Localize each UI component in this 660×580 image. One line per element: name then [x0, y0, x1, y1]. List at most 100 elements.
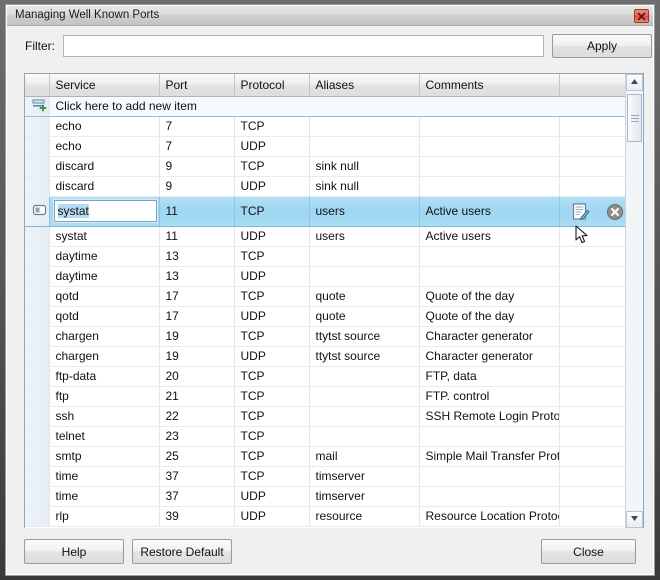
cell-aliases[interactable]: quote — [309, 286, 420, 307]
cell-service[interactable]: chargen — [49, 326, 160, 347]
help-button[interactable]: Help — [24, 539, 124, 564]
cell-row-actions[interactable] — [559, 286, 627, 307]
table-row[interactable]: time 37 UDP timserver — [25, 486, 627, 507]
window-close-button[interactable] — [634, 9, 649, 23]
cell-row-actions[interactable] — [559, 116, 627, 137]
cell-protocol[interactable]: TCP — [234, 116, 310, 137]
cell-protocol[interactable]: TCP — [234, 406, 310, 427]
cell-protocol[interactable]: TCP — [234, 326, 310, 347]
cell-protocol[interactable]: UDP — [234, 226, 310, 247]
cell-protocol[interactable]: UDP — [234, 486, 310, 507]
table-row[interactable]: ftp-data 20 TCP FTP, data — [25, 366, 627, 387]
cell-service[interactable]: smtp — [49, 446, 160, 467]
close-dialog-button[interactable]: Close — [541, 539, 636, 564]
cell-protocol[interactable]: UDP — [234, 346, 310, 367]
table-row[interactable]: qotd 17 TCP quote Quote of the day — [25, 286, 627, 307]
cell-row-actions[interactable] — [559, 326, 627, 347]
cell-row-actions[interactable] — [559, 156, 627, 177]
column-header-comments[interactable]: Comments — [419, 74, 560, 97]
column-header-service[interactable]: Service — [49, 74, 160, 97]
scroll-up-button[interactable] — [626, 74, 643, 91]
cell-aliases[interactable] — [309, 406, 420, 427]
table-row[interactable]: discard 9 TCP sink null — [25, 156, 627, 177]
cell-aliases[interactable]: mail — [309, 446, 420, 467]
table-row[interactable]: time 37 TCP timserver — [25, 466, 627, 487]
cell-port[interactable]: 25 — [159, 446, 235, 467]
cell-comments[interactable]: Character generator — [419, 326, 560, 347]
gutter-cell[interactable] — [25, 466, 50, 487]
cell-aliases[interactable] — [309, 426, 420, 447]
cell-service[interactable]: ftp-data — [49, 366, 160, 387]
cell-port[interactable]: 19 — [159, 326, 235, 347]
restore-default-button[interactable]: Restore Default — [132, 539, 232, 564]
cell-comments[interactable] — [419, 266, 560, 287]
cell-service[interactable]: echo — [49, 116, 160, 137]
cell-row-actions[interactable] — [559, 136, 627, 157]
cell-comments[interactable]: SSH Remote Login Protocol — [419, 406, 560, 427]
table-row[interactable]: echo 7 TCP — [25, 116, 627, 137]
gutter-cell[interactable] — [25, 426, 50, 447]
cell-aliases[interactable] — [309, 386, 420, 407]
gutter-cell[interactable] — [25, 116, 50, 137]
cell-comments[interactable] — [419, 426, 560, 447]
cell-protocol[interactable]: TCP — [234, 196, 310, 227]
gutter-cell[interactable] — [25, 196, 50, 227]
cell-row-actions[interactable] — [559, 486, 627, 507]
cell-port[interactable]: 9 — [159, 176, 235, 197]
cell-port[interactable]: 23 — [159, 426, 235, 447]
table-row[interactable]: rlp 39 UDP resource Resource Location Protoc… — [25, 506, 627, 527]
cell-port[interactable]: 7 — [159, 116, 235, 137]
cell-row-actions[interactable] — [559, 176, 627, 197]
cell-comments[interactable]: Active users — [419, 196, 560, 227]
table-row[interactable]: systat 11 UDP users Active users — [25, 226, 627, 247]
table-row[interactable]: smtp25TCPmailSimple Mail Transfer Protoc… — [25, 446, 627, 467]
table-row[interactable]: qotd 17 UDP quote Quote of the day — [25, 306, 627, 327]
cell-protocol[interactable]: UDP — [234, 506, 310, 527]
gutter-cell[interactable] — [25, 346, 50, 367]
cell-aliases[interactable] — [309, 266, 420, 287]
cell-service[interactable]: systat — [49, 226, 160, 247]
cell-port[interactable]: 13 — [159, 246, 235, 267]
cell-aliases[interactable]: quote — [309, 306, 420, 327]
cell-comments[interactable]: FTP. control — [419, 386, 560, 407]
cell-protocol[interactable]: TCP — [234, 466, 310, 487]
cell-row-actions[interactable] — [559, 466, 627, 487]
cell-row-actions[interactable] — [559, 506, 627, 527]
cell-port[interactable]: 37 — [159, 486, 235, 507]
gutter-cell[interactable] — [25, 136, 50, 157]
table-row[interactable]: discard 9 UDP sink null — [25, 176, 627, 197]
add-new-item-row[interactable]: Click here to add new item — [25, 96, 627, 117]
cell-aliases[interactable] — [309, 136, 420, 157]
title-bar[interactable]: Managing Well Known Ports — [7, 6, 653, 26]
cell-protocol[interactable]: TCP — [234, 386, 310, 407]
cell-port[interactable]: 9 — [159, 156, 235, 177]
cell-protocol[interactable]: UDP — [234, 266, 310, 287]
cell-comments[interactable] — [419, 156, 560, 177]
cell-comments[interactable] — [419, 246, 560, 267]
scroll-down-button[interactable] — [626, 511, 643, 528]
cell-port[interactable]: 17 — [159, 286, 235, 307]
column-header-aliases[interactable]: Aliases — [309, 74, 420, 97]
gutter-cell[interactable] — [25, 366, 50, 387]
gutter-cell[interactable] — [25, 286, 50, 307]
cell-protocol[interactable]: TCP — [234, 246, 310, 267]
cell-aliases[interactable]: timserver — [309, 466, 420, 487]
gutter-cell[interactable] — [25, 406, 50, 427]
table-row[interactable]: chargen 19 TCP ttytst source Character gener… — [25, 326, 627, 347]
cell-aliases[interactable]: timserver — [309, 486, 420, 507]
cell-protocol[interactable]: UDP — [234, 176, 310, 197]
cell-service[interactable]: chargen — [49, 346, 160, 367]
cell-port[interactable]: 11 — [159, 226, 235, 247]
cell-row-actions[interactable] — [559, 386, 627, 407]
cell-comments[interactable]: Quote of the day — [419, 306, 560, 327]
column-header-port[interactable]: Port — [159, 74, 235, 97]
table-row[interactable]: systat 11 TCP users Active users — [25, 196, 627, 227]
cell-port[interactable]: 17 — [159, 306, 235, 327]
service-cell-editor[interactable]: systat — [53, 200, 157, 222]
cell-comments[interactable] — [419, 116, 560, 137]
cell-port[interactable]: 22 — [159, 406, 235, 427]
cell-service[interactable]: daytime — [49, 266, 160, 287]
filter-input[interactable] — [63, 35, 544, 57]
cell-row-actions[interactable] — [559, 406, 627, 427]
vertical-scrollbar[interactable] — [625, 74, 643, 528]
